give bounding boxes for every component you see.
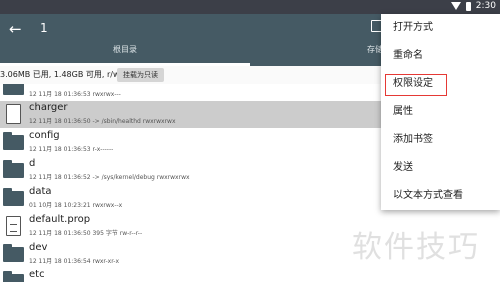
file-meta: 12 11月 18 01:36:53 rwxrwx--- — [29, 91, 121, 98]
file-meta: 12 11月 18 01:36:53 r-x------ — [29, 146, 114, 153]
file-meta: 12 11月 18 01:36:52 -> /sys/kernel/debug … — [29, 174, 190, 181]
context-menu: 打开方式 重命名 权限设定 属性 添加书签 发送 以文本方式查看 — [381, 14, 500, 210]
file-meta: 01 10月 18 10:23:21 rwxrwx--x — [29, 202, 123, 209]
list-item[interactable]: etc — [0, 268, 495, 282]
status-icons: 2:30 — [450, 1, 496, 11]
back-arrow-icon[interactable]: ← — [9, 20, 22, 38]
file-icon — [6, 104, 21, 124]
wifi-icon — [450, 2, 461, 10]
folder-icon — [3, 188, 24, 206]
menu-item-send[interactable]: 发送 — [381, 154, 500, 182]
file-name: dev — [29, 242, 48, 253]
file-meta: 12 11月 18 01:36:50 -> /sbin/healthd rwxr… — [29, 118, 176, 125]
menu-item-open-with[interactable]: 打开方式 — [381, 14, 500, 42]
file-name: config — [29, 130, 60, 141]
file-meta: 12 11月 18 01:36:54 rwxr-xr-x — [29, 258, 120, 265]
mount-readonly-button[interactable]: 挂载为只读 — [117, 68, 164, 82]
file-name: d — [29, 158, 36, 169]
status-time: 2:30 — [475, 1, 496, 11]
menu-item-add-bookmark[interactable]: 添加书签 — [381, 126, 500, 154]
file-name: charger — [29, 102, 68, 113]
file-meta: 12 11月 18 01:36:50 395 字节 rw-r--r-- — [29, 230, 143, 237]
folder-icon — [3, 132, 24, 150]
file-name: data — [29, 186, 52, 197]
battery-icon — [465, 1, 471, 11]
tab-root[interactable]: 根目录 — [0, 44, 250, 55]
menu-item-rename[interactable]: 重命名 — [381, 42, 500, 70]
text-file-icon — [6, 216, 21, 236]
selection-count: 1 — [40, 21, 48, 35]
folder-icon — [3, 244, 24, 262]
watermark: 软件技巧 — [352, 230, 480, 265]
storage-usage-text: 3.06MB 已用, 1.48GB 可用, r/w — [0, 70, 120, 79]
menu-item-view-as-text[interactable]: 以文本方式查看 — [381, 182, 500, 210]
file-name: default.prop — [29, 214, 91, 225]
folder-icon — [3, 84, 24, 95]
file-name: etc — [29, 269, 45, 280]
status-bar: 2:30 — [0, 0, 500, 14]
highlight-box — [385, 74, 447, 96]
folder-icon — [3, 160, 24, 178]
menu-item-properties[interactable]: 属性 — [381, 98, 500, 126]
folder-icon — [3, 271, 24, 282]
